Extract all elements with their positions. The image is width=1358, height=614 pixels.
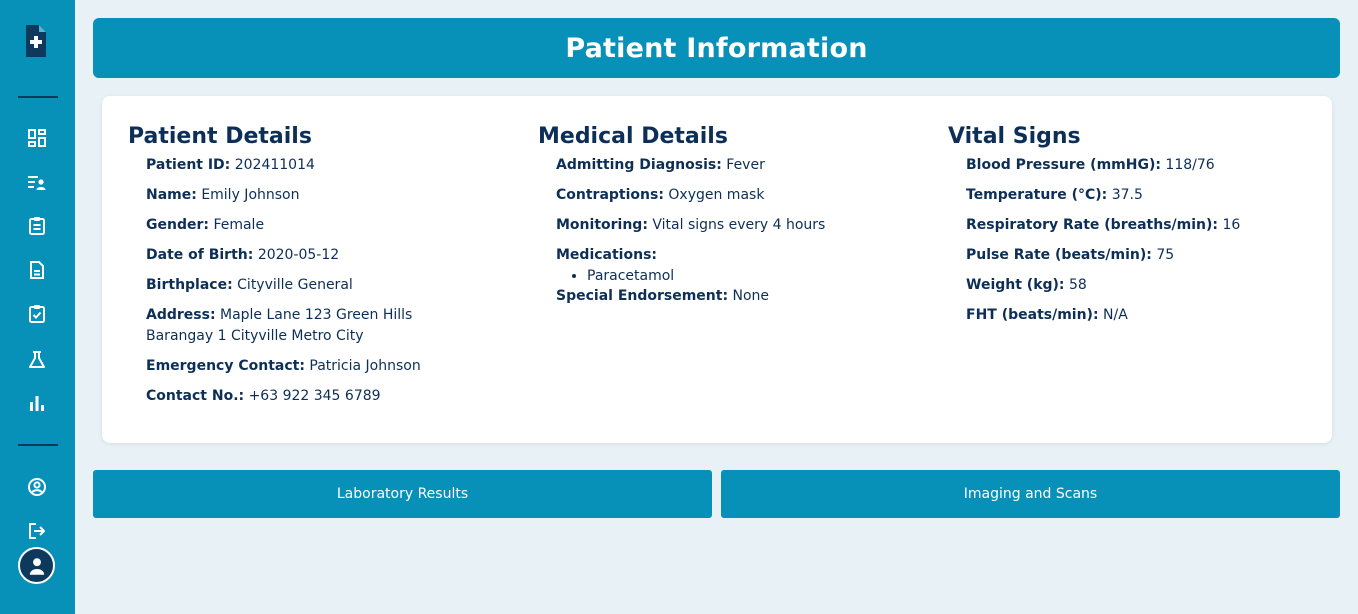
dashboard-icon[interactable] xyxy=(25,126,49,150)
section-title: Vital Signs xyxy=(948,124,1081,149)
monitoring-field: Monitoring: Vital signs every 4 hours xyxy=(556,215,825,236)
imaging-and-scans-button[interactable]: Imaging and Scans xyxy=(721,470,1340,518)
field-value: 202411014 xyxy=(234,157,315,173)
sidebar xyxy=(0,0,75,614)
emergency-contact-field: Emergency Contact: Patricia Johnson xyxy=(146,356,446,377)
logo-document-plus-icon[interactable] xyxy=(24,23,48,59)
dob-field: Date of Birth: 2020-05-12 xyxy=(146,245,446,266)
field-label: Contraptions: xyxy=(556,187,664,203)
field-value: Patricia Johnson xyxy=(309,358,421,374)
field-label: Patient ID: xyxy=(146,157,231,173)
lab-flask-icon[interactable] xyxy=(25,348,49,372)
field-label: Blood Pressure (mmHG): xyxy=(966,157,1161,173)
respiratory-rate-field: Respiratory Rate (breaths/min): 16 xyxy=(966,215,1240,236)
patient-details-section: Patient Details Patient ID: 202411014 Na… xyxy=(128,124,446,416)
field-label: Contact No.: xyxy=(146,388,245,404)
pulse-rate-field: Pulse Rate (beats/min): 75 xyxy=(966,245,1240,266)
vital-signs-section: Vital Signs Blood Pressure (mmHG): 118/7… xyxy=(948,124,1240,335)
field-label: Special Endorsement: xyxy=(556,288,729,304)
bar-chart-icon[interactable] xyxy=(25,391,49,415)
field-value: 118/76 xyxy=(1165,157,1215,173)
patient-list-icon[interactable] xyxy=(25,170,49,194)
name-field: Name: Emily Johnson xyxy=(146,185,446,206)
medical-details-section: Medical Details Admitting Diagnosis: Fev… xyxy=(538,124,825,316)
field-label: Pulse Rate (beats/min): xyxy=(966,247,1152,263)
checklist-icon[interactable] xyxy=(25,302,49,326)
avatar-icon[interactable] xyxy=(18,547,55,584)
field-label: Address: xyxy=(146,307,216,323)
birthplace-field: Birthplace: Cityville General xyxy=(146,275,446,296)
sidebar-divider xyxy=(18,96,58,98)
laboratory-results-button[interactable]: Laboratory Results xyxy=(93,470,712,518)
gender-field: Gender: Female xyxy=(146,215,446,236)
blood-pressure-field: Blood Pressure (mmHG): 118/76 xyxy=(966,155,1240,176)
special-endorsement-field: Special Endorsement: None xyxy=(556,286,825,307)
patient-id-field: Patient ID: 202411014 xyxy=(146,155,446,176)
field-value: Female xyxy=(213,217,265,233)
field-value: Vital signs every 4 hours xyxy=(652,217,826,233)
field-value: 16 xyxy=(1222,217,1241,233)
field-value: Emily Johnson xyxy=(201,187,300,203)
user-circle-icon[interactable] xyxy=(25,475,49,499)
field-label: FHT (beats/min): xyxy=(966,307,1099,323)
field-value: 2020-05-12 xyxy=(257,247,340,263)
field-value: +63 922 345 6789 xyxy=(248,388,381,404)
clipboard-icon[interactable] xyxy=(25,214,49,238)
field-label: Admitting Diagnosis: xyxy=(556,157,722,173)
page-header: Patient Information xyxy=(93,18,1340,78)
address-field: Address: Maple Lane 123 Green Hills Bara… xyxy=(146,305,446,347)
medications-list: Paracetamol xyxy=(556,266,825,286)
patient-info-card: Patient Details Patient ID: 202411014 Na… xyxy=(102,96,1332,443)
contact-no-field: Contact No.: +63 922 345 6789 xyxy=(146,386,446,407)
field-value: Fever xyxy=(726,157,765,173)
field-value: 58 xyxy=(1068,277,1087,293)
admitting-diagnosis-field: Admitting Diagnosis: Fever xyxy=(556,155,825,176)
section-title: Patient Details xyxy=(128,124,312,149)
field-label: Temperature (°C): xyxy=(966,187,1108,203)
field-label: Birthplace: xyxy=(146,277,233,293)
field-label: Name: xyxy=(146,187,197,203)
field-value: 37.5 xyxy=(1111,187,1143,203)
field-value: 75 xyxy=(1156,247,1175,263)
field-value: N/A xyxy=(1103,307,1128,323)
logout-icon[interactable] xyxy=(25,519,49,543)
list-item: Paracetamol xyxy=(587,266,825,286)
field-label: Monitoring: xyxy=(556,217,648,233)
section-title: Medical Details xyxy=(538,124,728,149)
document-icon[interactable] xyxy=(25,258,49,282)
field-label: Weight (kg): xyxy=(966,277,1065,293)
field-label: Gender: xyxy=(146,217,209,233)
field-label: Emergency Contact: xyxy=(146,358,305,374)
field-value: Cityville General xyxy=(237,277,353,293)
sidebar-divider xyxy=(18,444,58,446)
medications-field: Medications: xyxy=(556,245,825,266)
fht-field: FHT (beats/min): N/A xyxy=(966,305,1240,326)
field-value: None xyxy=(732,288,770,304)
page-title: Patient Information xyxy=(565,32,868,64)
weight-field: Weight (kg): 58 xyxy=(966,275,1240,296)
temperature-field: Temperature (°C): 37.5 xyxy=(966,185,1240,206)
field-label: Date of Birth: xyxy=(146,247,254,263)
field-value: Oxygen mask xyxy=(668,187,765,203)
field-label: Respiratory Rate (breaths/min): xyxy=(966,217,1219,233)
contraptions-field: Contraptions: Oxygen mask xyxy=(556,185,825,206)
field-label: Medications: xyxy=(556,247,658,263)
